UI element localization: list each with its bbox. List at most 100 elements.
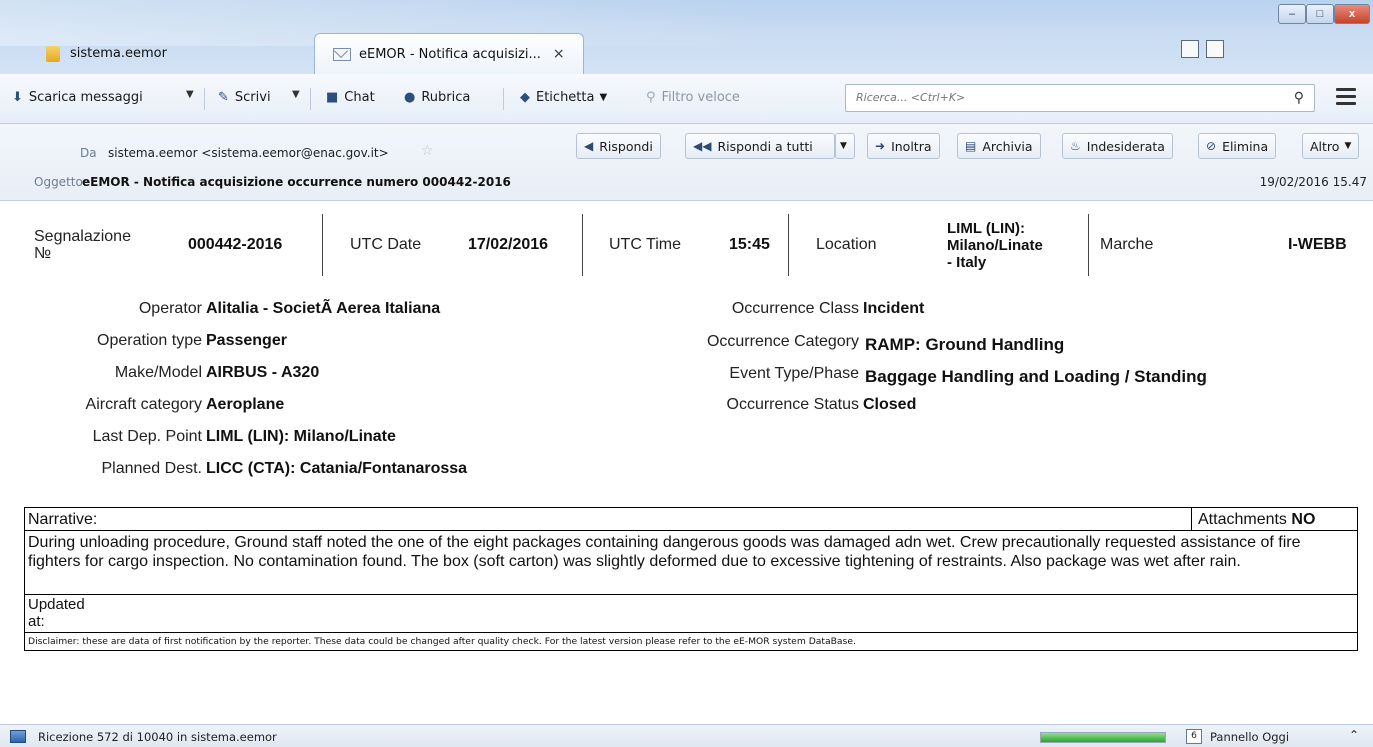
quick-filter-button[interactable]: ⚲ Filtro veloce xyxy=(646,90,740,105)
narrative-label: Narrative: xyxy=(28,511,98,528)
updated-row: Updated at: xyxy=(25,594,1357,631)
today-pane-toggle[interactable]: Pannello Oggi xyxy=(1210,730,1289,744)
field-occurrence-status: Occurrence Status Closed xyxy=(727,396,917,414)
get-messages-label: Scarica messaggi xyxy=(28,90,143,105)
segnalazione-label: Segnalazione № xyxy=(34,212,131,278)
archive-label: Archivia xyxy=(982,138,1033,154)
marche-label: Marche xyxy=(1100,236,1154,253)
divider xyxy=(582,214,583,276)
delete-label: Elimina xyxy=(1222,138,1269,154)
from-value[interactable]: sistema.eemor <sistema.eemor@enac.gov.it… xyxy=(108,146,389,160)
hamburger-menu-icon[interactable] xyxy=(1336,88,1356,109)
divider xyxy=(1088,214,1089,276)
search-placeholder: Ricerca... <Ctrl+K> xyxy=(856,91,966,104)
tag-label: Etichetta xyxy=(536,90,595,105)
reply-icon: ◀ xyxy=(584,139,594,153)
chat-icon: ■ xyxy=(326,90,339,105)
star-icon[interactable]: ☆ xyxy=(421,143,434,159)
today-count-badge[interactable]: 6 xyxy=(1186,729,1202,744)
divider xyxy=(204,88,205,110)
write-button[interactable]: ✎ Scrivi xyxy=(218,90,271,105)
search-input[interactable]: Ricerca... <Ctrl+K> ⚲ xyxy=(845,84,1315,112)
close-tab-icon[interactable]: × xyxy=(553,46,565,62)
more-button[interactable]: Altro ▼ xyxy=(1302,133,1360,159)
tab-message[interactable]: eEMOR - Notifica acquisizi... × xyxy=(314,33,584,74)
chat-button[interactable]: ■ Chat xyxy=(326,90,375,105)
narrative-table: Narrative: Attachments NO During unloadi… xyxy=(24,507,1358,651)
filter-icon: ⚲ xyxy=(646,90,656,105)
utc-date-label: UTC Date xyxy=(350,236,422,253)
reply-all-button[interactable]: ◀◀ Rispondi a tutti xyxy=(685,133,835,159)
minimize-button[interactable]: – xyxy=(1278,4,1306,24)
subject-label: Oggetto xyxy=(34,175,83,189)
write-dropdown-icon[interactable]: ▼ xyxy=(292,89,300,100)
progress-bar xyxy=(1040,732,1166,743)
field-planned-dest: Planned Dest. LICC (CTA): Catania/Fontan… xyxy=(101,460,467,478)
tag-button[interactable]: ◆ Etichetta ▼ xyxy=(520,90,607,105)
segnalazione-label-line1: Segnalazione xyxy=(34,228,131,245)
tasks-icon[interactable] xyxy=(1206,40,1224,58)
field-value: Baggage Handling and Loading / Standing xyxy=(865,367,1207,386)
field-operation-type: Operation type Passenger xyxy=(97,332,287,350)
search-icon[interactable]: ⚲ xyxy=(1294,90,1304,106)
reply-all-dropdown-icon[interactable]: ▼ xyxy=(835,133,855,159)
tag-icon: ◆ xyxy=(520,90,530,105)
report-summary: Segnalazione № 000442-2016 UTC Date 17/0… xyxy=(24,212,1364,278)
person-icon: ● xyxy=(404,90,416,105)
quick-filter-label: Filtro veloce xyxy=(661,90,740,105)
segnalazione-value: 000442-2016 xyxy=(188,236,283,253)
divider xyxy=(322,214,323,276)
write-label: Scrivi xyxy=(234,90,271,105)
divider xyxy=(310,88,311,110)
field-label: Aircraft category xyxy=(85,396,202,413)
activity-icon[interactable] xyxy=(10,730,26,743)
calendar-icon[interactable] xyxy=(1181,40,1199,58)
status-text: Ricezione 572 di 10040 in sistema.eemor xyxy=(38,730,277,744)
location-line3: - Italy xyxy=(947,253,987,271)
progress-fill xyxy=(1041,733,1165,742)
field-value: AIRBUS - A320 xyxy=(206,364,320,381)
field-aircraft-category: Aircraft category Aeroplane xyxy=(85,396,285,414)
forward-icon: ➜ xyxy=(875,139,886,153)
divider xyxy=(788,214,789,276)
forward-button[interactable]: ➜ Inoltra xyxy=(867,133,940,159)
narrative-text: During unloading procedure, Ground staff… xyxy=(28,534,1301,570)
tab-folder[interactable]: sistema.eemor xyxy=(24,33,314,74)
maximize-button[interactable]: □ xyxy=(1306,4,1334,24)
field-value: Closed xyxy=(863,396,917,413)
field-event-type-phase: Event Type/Phase Baggage Handling and Lo… xyxy=(729,365,1206,386)
field-label: Operation type xyxy=(97,332,202,349)
forward-label: Inoltra xyxy=(891,138,932,154)
updated-label: Updated xyxy=(28,596,85,613)
chevron-up-icon[interactable]: ⌃ xyxy=(1349,728,1359,742)
download-icon: ⬇ xyxy=(12,90,23,105)
tab-label: sistema.eemor xyxy=(70,46,167,61)
close-window-button[interactable]: x xyxy=(1334,4,1370,24)
junk-label: Indesiderata xyxy=(1086,138,1165,154)
reply-label: Rispondi xyxy=(599,138,653,154)
field-operator: Operator Alitalia - SocietÃ Aerea Italia… xyxy=(139,300,440,318)
mail-icon xyxy=(333,47,351,61)
marche-value: I-WEBB xyxy=(1288,236,1347,253)
location-line1: LIML (LIN): xyxy=(947,219,1026,237)
address-book-button[interactable]: ● Rubrica xyxy=(404,90,470,105)
address-book-label: Rubrica xyxy=(421,90,471,105)
attachments-value: NO xyxy=(1291,511,1316,528)
pencil-icon: ✎ xyxy=(218,90,229,105)
reply-button[interactable]: ◀ Rispondi xyxy=(576,133,661,159)
divider xyxy=(503,88,504,110)
field-occurrence-category: Occurrence Category RAMP: Ground Handlin… xyxy=(707,333,1064,354)
junk-icon: ♨ xyxy=(1070,139,1081,153)
delete-button[interactable]: ⊘ Elimina xyxy=(1198,133,1277,159)
field-value: LIML (LIN): Milano/Linate xyxy=(206,428,396,445)
chat-label: Chat xyxy=(344,90,375,105)
junk-button[interactable]: ♨ Indesiderata xyxy=(1062,133,1173,159)
get-messages-dropdown-icon[interactable]: ▼ xyxy=(186,89,194,100)
message-header: Da sistema.eemor <sistema.eemor@enac.gov… xyxy=(0,124,1373,201)
folder-icon xyxy=(46,45,60,62)
reply-all-label: Rispondi a tutti xyxy=(717,138,813,154)
chevron-down-icon: ▼ xyxy=(1344,141,1352,151)
segnalazione-label-line2: № xyxy=(34,245,52,262)
get-messages-button[interactable]: ⬇ Scarica messaggi xyxy=(12,90,143,105)
archive-button[interactable]: ▤ Archivia xyxy=(957,133,1041,159)
